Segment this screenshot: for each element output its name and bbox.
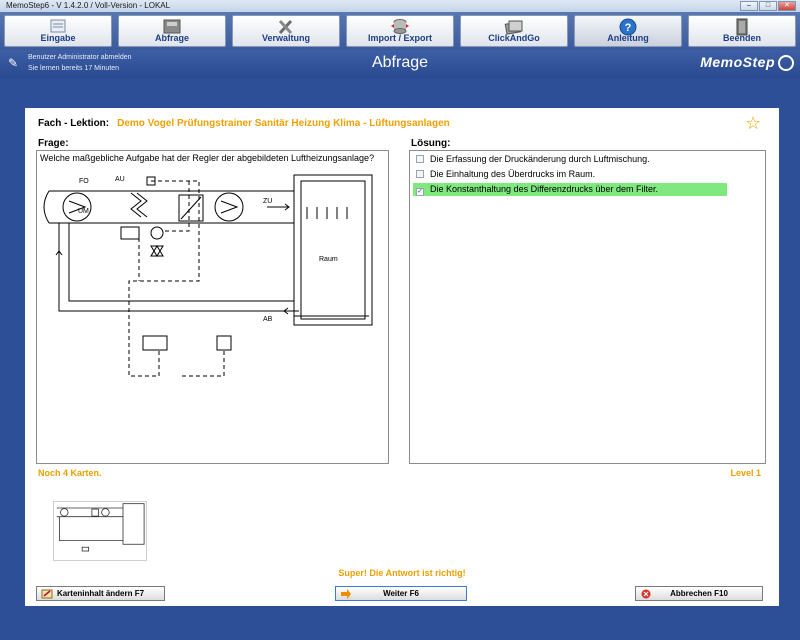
answer-option-2[interactable]: Die Einhaltung des Überdrucks im Raum. [413, 168, 727, 181]
label-au: AU [115, 176, 125, 183]
next-button[interactable]: Weiter F6 [335, 586, 467, 601]
page-header: ✎ Benutzer Administrator abmelden Sie le… [0, 50, 800, 78]
toolbar-eingabe-button[interactable]: Eingabe [4, 15, 112, 47]
toolbar-anleitung-label: Anleitung [607, 33, 649, 43]
label-ab: AB [263, 316, 273, 323]
toolbar-abfrage-label: Abfrage [154, 33, 189, 43]
window-title: MemoStep6 - V 1.4.2.0 / Voll-Version - L… [6, 1, 171, 10]
toolbar-import-export-button[interactable]: Import / Export [346, 15, 454, 47]
answer-option-3[interactable]: ✓ Die Konstanthaltung des Differenzdrucks… [413, 183, 727, 196]
window-controls: – □ ✕ [740, 1, 796, 11]
label-um: UM [78, 208, 89, 215]
window-titlebar: MemoStep6 - V 1.4.2.0 / Voll-Version - L… [0, 0, 800, 12]
page-title: Abfrage [371, 54, 429, 71]
next-label: Weiter F6 [383, 589, 419, 598]
lesson-value: Demo Vogel Prüfungstrainer Sanitär Heizu… [117, 118, 450, 129]
solution-box: Die Erfassung der Druckänderung durch Lu… [409, 150, 766, 464]
lesson-label: Fach - Lektion: [38, 118, 110, 129]
query-panel: Fach - Lektion: Demo Vogel Prüfungstraine… [25, 108, 779, 606]
maximize-button[interactable]: □ [759, 1, 777, 11]
cancel-label: Abbrechen F10 [670, 589, 728, 598]
toolbar-anleitung-button[interactable]: ? Anleitung [574, 15, 682, 47]
solution-label: Lösung: [411, 138, 451, 149]
logo-swirl-icon [778, 55, 794, 72]
favorite-star-icon[interactable]: ☆ [745, 113, 761, 134]
logo-text: MemoStep [700, 54, 775, 70]
toolbar-eingabe-label: Eingabe [40, 33, 76, 43]
toolbar-beenden-label: Beenden [722, 33, 761, 43]
answer-checkbox-3[interactable]: ✓ [416, 188, 424, 196]
answer-text-2: Die Einhaltung des Überdrucks im Raum. [430, 169, 596, 179]
label-raum: Raum [319, 256, 338, 263]
memostep-logo: MemoStep [700, 54, 794, 72]
answer-feedback: Super! Die Antwort ist richtig! [338, 568, 466, 578]
answer-checkbox-1[interactable] [416, 155, 424, 163]
toolbar-clickandgo-button[interactable]: ClickAndGo [460, 15, 568, 47]
arrow-right-icon [341, 589, 351, 599]
close-button[interactable]: ✕ [778, 1, 796, 11]
lesson-info: Fach - Lektion: Demo Vogel Prüfungstraine… [38, 118, 450, 129]
toolbar-clickandgo-label: ClickAndGo [488, 33, 540, 43]
main-toolbar: Eingabe Abfrage Verwaltung Import / Expo… [0, 12, 800, 50]
label-fo: FO [79, 178, 89, 185]
minimize-button[interactable]: – [740, 1, 758, 11]
question-label: Frage: [38, 138, 69, 149]
question-text: Welche maßgebliche Aufgabe hat der Regle… [40, 153, 375, 163]
edit-card-icon [41, 589, 53, 599]
ventilation-diagram: FO AU UM ZU Raum AB [43, 174, 373, 377]
answer-text-3: Die Konstanthaltung des Differenzdrucks … [430, 184, 658, 194]
cancel-icon [641, 589, 651, 599]
question-box: Welche maßgebliche Aufgabe hat der Regle… [36, 150, 389, 464]
edit-card-label: Karteninhalt ändern F7 [56, 589, 145, 598]
edit-card-button[interactable]: Karteninhalt ändern F7 [36, 586, 165, 601]
cancel-button[interactable]: Abbrechen F10 [635, 586, 763, 601]
level-indicator: Level 1 [730, 468, 761, 478]
toolbar-verwaltung-label: Verwaltung [261, 33, 310, 43]
answer-text-1: Die Erfassung der Druckänderung durch Lu… [430, 154, 650, 164]
thumbnail-diagram [56, 503, 145, 552]
cards-remaining: Noch 4 Karten. [38, 468, 102, 478]
answer-option-1[interactable]: Die Erfassung der Druckänderung durch Lu… [413, 153, 727, 166]
toolbar-abfrage-button[interactable]: Abfrage [118, 15, 226, 47]
answer-checkbox-2[interactable] [416, 170, 424, 178]
toolbar-import-export-label: Import / Export [367, 33, 432, 43]
toolbar-beenden-button[interactable]: Beenden [688, 15, 796, 47]
label-zu: ZU [263, 198, 272, 205]
toolbar-verwaltung-button[interactable]: Verwaltung [232, 15, 340, 47]
diagram-thumbnail[interactable] [53, 501, 147, 561]
